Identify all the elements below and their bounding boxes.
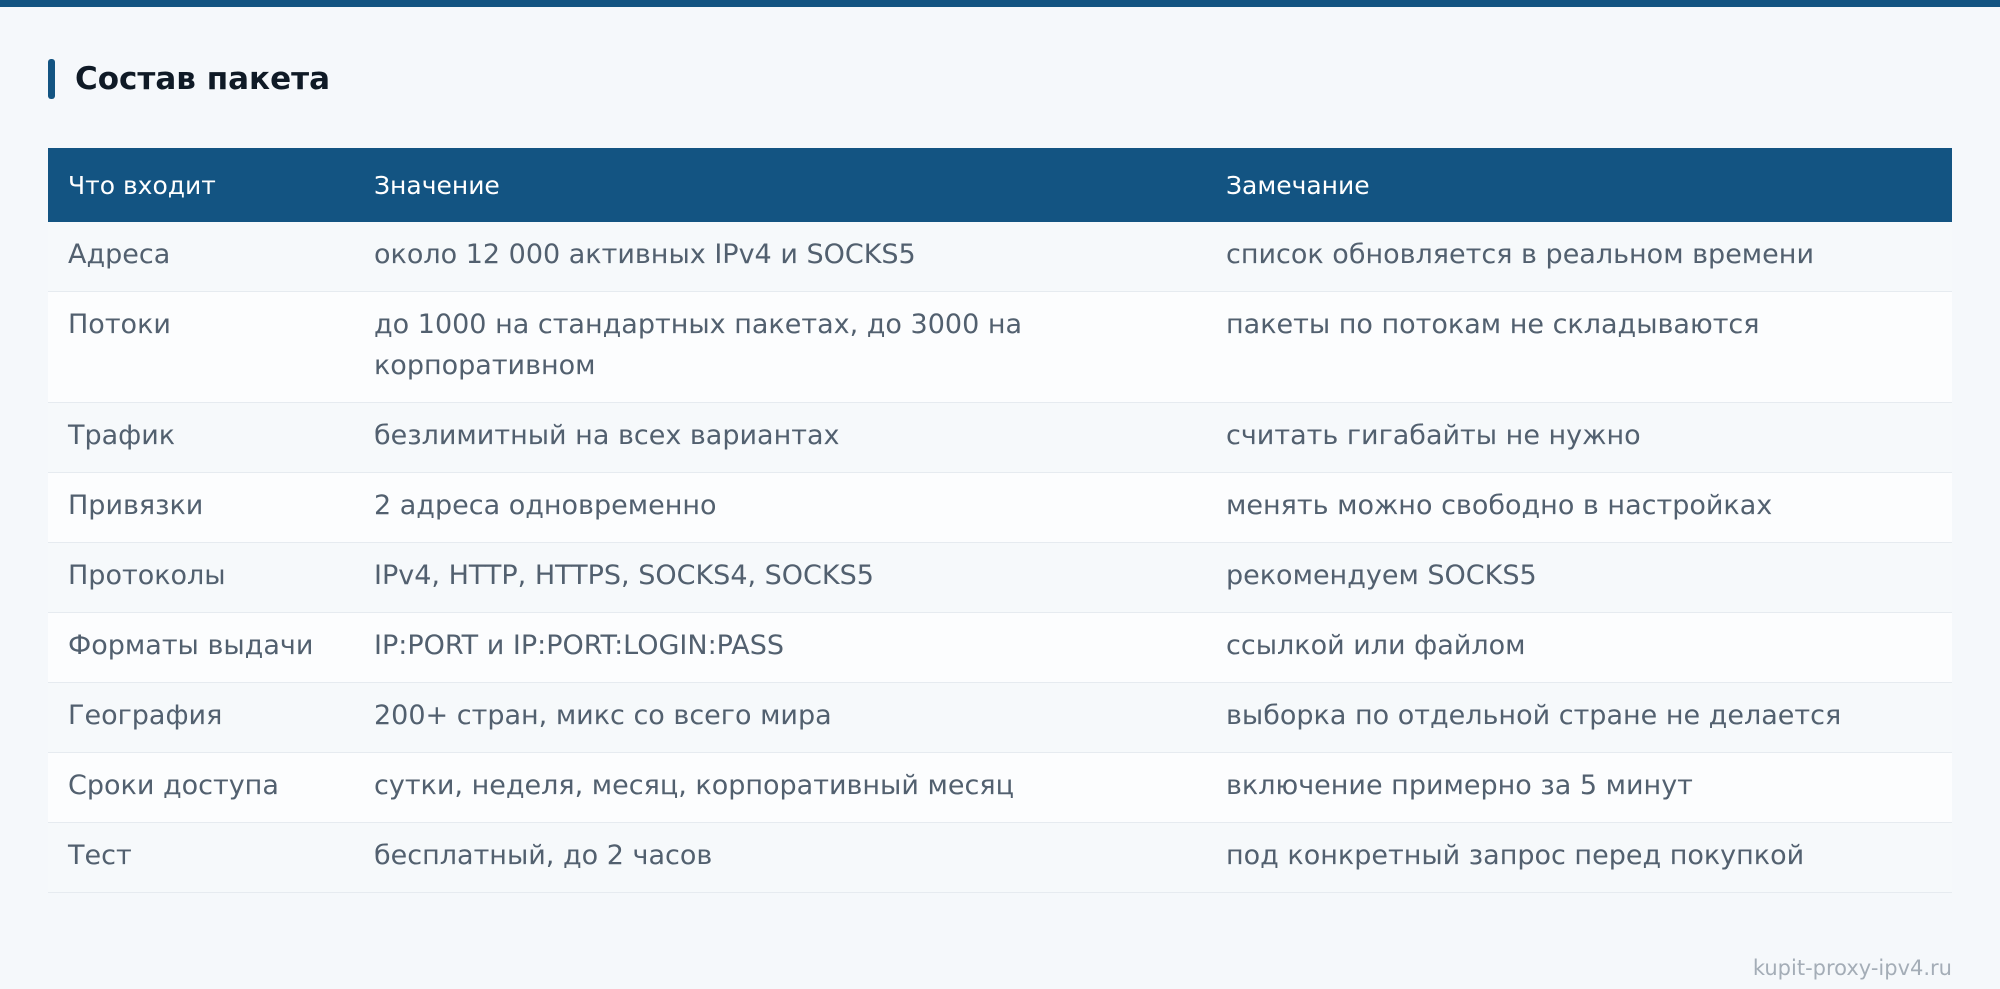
cell-item: Потоки	[48, 291, 354, 403]
table-row: Потоки до 1000 на стандартных пакетах, д…	[48, 291, 1952, 403]
table-body: Адреса около 12 000 активных IPv4 и SOCK…	[48, 222, 1952, 893]
table-row: Сроки доступа сутки, неделя, месяц, корп…	[48, 752, 1952, 823]
table-row: Тест бесплатный, до 2 часов под конкретн…	[48, 822, 1952, 893]
cell-note: рекомендуем SOCKS5	[1206, 542, 1952, 613]
cell-note: менять можно свободно в настройках	[1206, 472, 1952, 543]
column-header-item: Что входит	[68, 170, 216, 200]
cell-item: Адреса	[48, 222, 354, 292]
cell-value: IPv4, HTTP, HTTPS, SOCKS4, SOCKS5	[354, 542, 1206, 613]
cell-note: ссылкой или файлом	[1206, 612, 1952, 683]
heading-accent-bar	[48, 59, 55, 99]
column-header-value: Значение	[374, 170, 500, 200]
cell-note: под конкретный запрос перед покупкой	[1206, 822, 1952, 893]
table-row: Привязки 2 адреса одновременно менять мо…	[48, 472, 1952, 543]
table-row: Трафик безлимитный на всех вариантах счи…	[48, 402, 1952, 473]
cell-note: пакеты по потокам не складываются	[1206, 291, 1952, 403]
table-row: Протоколы IPv4, HTTP, HTTPS, SOCKS4, SOC…	[48, 542, 1952, 613]
cell-item: Сроки доступа	[48, 752, 354, 823]
cell-value: 200+ стран, микс со всего мира	[354, 682, 1206, 753]
cell-value: безлимитный на всех вариантах	[354, 402, 1206, 473]
table-row: Адреса около 12 000 активных IPv4 и SOCK…	[48, 222, 1952, 292]
cell-value: IP:PORT и IP:PORT:LOGIN:PASS	[354, 612, 1206, 683]
cell-value: сутки, неделя, месяц, корпоративный меся…	[354, 752, 1206, 823]
table-header-row: Что входит Значение Замечание	[48, 148, 1952, 222]
table-row: География 200+ стран, микс со всего мира…	[48, 682, 1952, 753]
table-header: Что входит Значение Замечание	[48, 148, 1952, 222]
package-table: Что входит Значение Замечание Адреса око…	[48, 148, 1952, 893]
site-watermark: kupit-proxy-ipv4.ru	[1752, 956, 1952, 980]
section-heading: Состав пакета	[48, 58, 330, 100]
top-accent-bar	[0, 0, 2000, 7]
cell-item: Трафик	[48, 402, 354, 473]
cell-item: Привязки	[48, 472, 354, 543]
cell-note: считать гигабайты не нужно	[1206, 402, 1952, 473]
cell-note: выборка по отдельной стране не делается	[1206, 682, 1952, 753]
table-row: Форматы выдачи IP:PORT и IP:PORT:LOGIN:P…	[48, 612, 1952, 683]
cell-value: 2 адреса одновременно	[354, 472, 1206, 543]
cell-item: География	[48, 682, 354, 753]
cell-item: Форматы выдачи	[48, 612, 354, 683]
column-header-note: Замечание	[1226, 170, 1370, 200]
cell-note: включение примерно за 5 минут	[1206, 752, 1952, 823]
cell-value: бесплатный, до 2 часов	[354, 822, 1206, 893]
cell-item: Протоколы	[48, 542, 354, 613]
section-title: Состав пакета	[75, 61, 331, 97]
cell-value: около 12 000 активных IPv4 и SOCKS5	[354, 222, 1206, 292]
cell-item: Тест	[48, 822, 354, 893]
cell-value: до 1000 на стандартных пакетах, до 3000 …	[354, 291, 1206, 403]
cell-note: список обновляется в реальном времени	[1206, 222, 1952, 292]
